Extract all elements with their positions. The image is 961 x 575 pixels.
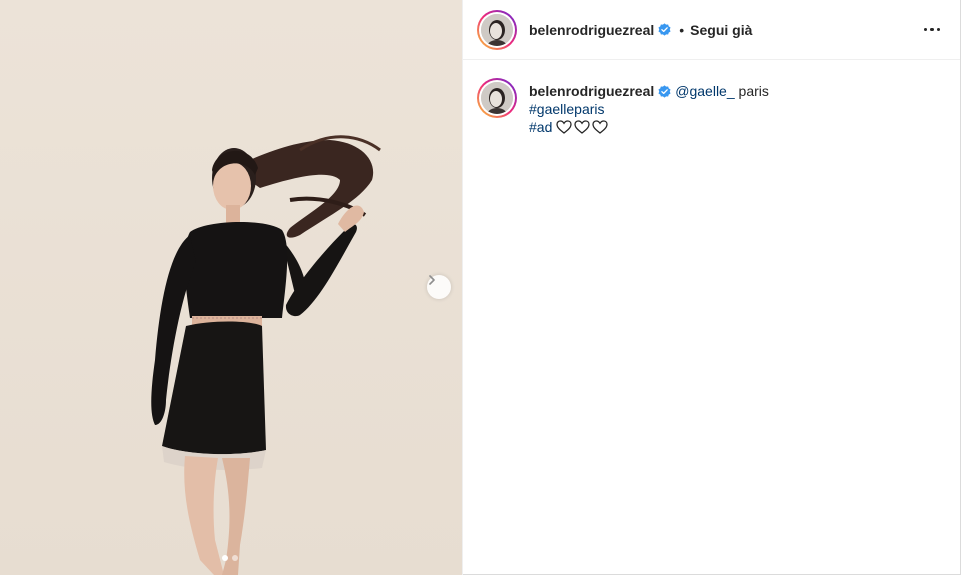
carousel-indicator: [222, 555, 238, 561]
verified-badge-icon: [658, 84, 671, 98]
carousel-dot: [232, 555, 238, 561]
instagram-post: belenrodriguezreal • Segui già belenrodr…: [0, 0, 961, 575]
more-options-button[interactable]: [920, 24, 945, 36]
post-photo[interactable]: [0, 0, 462, 575]
caption-username[interactable]: belenrodriguezreal: [529, 82, 654, 100]
caption-avatar[interactable]: [477, 78, 517, 118]
white-heart-icon: [574, 120, 591, 134]
carousel-dot-active: [222, 555, 228, 561]
follow-status-button[interactable]: Segui già: [690, 22, 752, 38]
post-caption: belenrodriguezreal @gaelle_ paris #gaell…: [463, 60, 960, 136]
caption-text: belenrodriguezreal @gaelle_ paris #gaell…: [529, 78, 769, 136]
hashtag-link[interactable]: #gaelleparis: [529, 101, 605, 117]
photo-illustration: [0, 0, 462, 575]
avatar[interactable]: [477, 9, 517, 50]
post-username[interactable]: belenrodriguezreal: [529, 22, 654, 38]
header-separator: •: [679, 21, 685, 38]
caption-text-segment: paris: [734, 83, 769, 99]
white-heart-icon: [556, 120, 573, 134]
profile-picture: [481, 82, 513, 114]
hashtag-link[interactable]: #ad: [529, 118, 552, 136]
white-heart-icon: [592, 120, 609, 134]
more-dot: [930, 27, 934, 32]
profile-picture: [481, 13, 513, 46]
hearts-emoji-group: [556, 120, 609, 134]
more-dot: [936, 27, 940, 32]
post-header: belenrodriguezreal • Segui già: [463, 0, 960, 60]
next-photo-button[interactable]: [427, 275, 451, 299]
more-dot: [923, 27, 927, 32]
verified-badge-icon: [658, 23, 671, 36]
mention-link[interactable]: @gaelle_: [675, 82, 734, 100]
chevron-right-icon: [429, 275, 435, 285]
post-sidebar: belenrodriguezreal • Segui già belenrodr…: [462, 0, 960, 575]
